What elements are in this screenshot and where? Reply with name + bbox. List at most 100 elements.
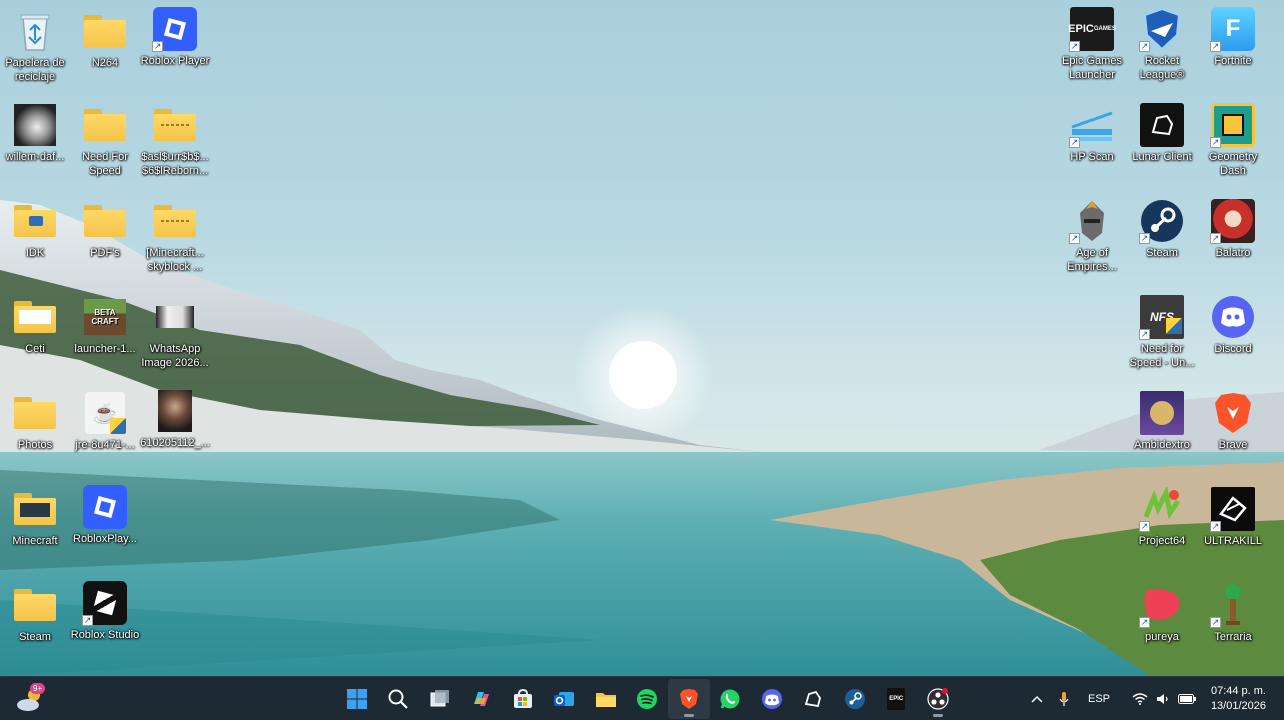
desktop-icon-rocket-league[interactable]: ↗ Rocket League® (1127, 6, 1197, 82)
epic-games-badge: EPIC (889, 696, 904, 702)
weather-widget[interactable]: 9+ (14, 683, 46, 715)
desktop-icon-launcher[interactable]: BETA CRAFT launcher-1... (70, 294, 140, 356)
desktop-icon-label: Need for Speed - Un... (1129, 343, 1195, 369)
desktop-icon-label: Age of Empires... (1067, 247, 1117, 273)
desktop-icon-minecraft-skyblock[interactable]: [Minecraft... skyblock ... (140, 198, 210, 274)
shortcut-arrow-icon: ↗ (1210, 521, 1221, 532)
desktop-icon-epic-games[interactable]: EPIC GAMES ↗ Epic Games Launcher (1057, 6, 1127, 82)
start-button[interactable] (336, 679, 378, 719)
search-button[interactable] (378, 679, 420, 719)
whatsapp-button[interactable] (710, 679, 752, 719)
folder-icon (82, 102, 128, 148)
desktop-icon-roblox-player-2[interactable]: RobloxPlay... (70, 484, 140, 546)
desktop-icon-whatsapp-image[interactable]: WhatsApp Image 2026... (140, 294, 210, 370)
image-thumbnail-icon (152, 388, 198, 434)
obs-icon (927, 688, 949, 710)
desktop-icon-label: PDF's (90, 247, 120, 259)
file-explorer-button[interactable] (585, 679, 627, 719)
desktop-icon-label: [Minecraft... skyblock ... (146, 247, 204, 273)
desktop-icon-label: Ambidextro (1134, 439, 1190, 451)
shortcut-arrow-icon: ↗ (1210, 41, 1221, 52)
desktop-icon-fortnite[interactable]: F ↗ Fortnite (1198, 6, 1268, 68)
desktop-icon-age-of-empires[interactable]: ↗ Age of Empires... (1057, 198, 1127, 274)
desktop-icon-ambidextro[interactable]: Ambidextro (1127, 390, 1197, 452)
shortcut-arrow-icon: ↗ (1210, 233, 1221, 244)
spotify-icon (637, 689, 658, 709)
desktop-icon-steam[interactable]: ↗ Steam (1127, 198, 1197, 260)
chevron-up-icon (1031, 695, 1043, 703)
desktop-icon-label: Balatro (1215, 247, 1251, 259)
zip-folder-icon (152, 102, 198, 148)
brave-taskbar-button[interactable] (668, 679, 710, 719)
desktop-icon-roblox-player[interactable]: ↗ Roblox Player (140, 6, 210, 68)
desktop-icon-ceti[interactable]: Ceti (0, 294, 70, 356)
desktop-icon-image-610205[interactable]: 610205112_... (140, 388, 210, 450)
desktop-icon-brave[interactable]: Brave (1198, 390, 1268, 452)
desktop-icon-label: HP Scan (1070, 151, 1114, 163)
desktop-icon-label: Brave (1218, 439, 1248, 451)
desktop-icon-label: Roblox Player (140, 55, 210, 67)
steam-icon: ↗ (1139, 198, 1185, 244)
desktop-icon-idk[interactable]: IDK (0, 198, 70, 260)
volume-icon (1157, 694, 1168, 704)
desktop-icon-pureya[interactable]: ↗ pureya (1127, 582, 1197, 644)
quick-settings-button[interactable] (1132, 693, 1197, 705)
spotify-button[interactable] (627, 679, 669, 719)
desktop-icon-label: willem-daf... (5, 151, 65, 163)
desktop-icon-nfs-unbound[interactable]: NFS ↗ Need for Speed - Un... (1127, 294, 1197, 370)
desktop-icon-ultrakill[interactable]: ↗ ULTRAKILL (1198, 486, 1268, 548)
desktop-icon-geometry-dash[interactable]: ↗ Geometry Dash (1198, 102, 1268, 178)
terraria-icon: ↗ (1210, 582, 1256, 628)
desktop-icon-lunar-client[interactable]: Lunar Client (1127, 102, 1197, 164)
rocket-league-icon: ↗ (1139, 6, 1185, 52)
brave-icon (1210, 390, 1256, 436)
epic-games-taskbar-button[interactable]: EPIC (876, 679, 918, 719)
desktop-icon-willem-dafoe[interactable]: willem-daf... (0, 102, 70, 164)
desktop-icon-hp-scan[interactable]: ↗ HP Scan (1057, 102, 1127, 164)
desktop-icon-roblox-studio[interactable]: ↗ Roblox Studio (70, 580, 140, 642)
steam-taskbar-button[interactable] (834, 679, 876, 719)
desktop-icon-pdfs[interactable]: PDF's (70, 198, 140, 260)
folder-icon (82, 8, 128, 54)
desktop-icon-balatro[interactable]: ↗ Balatro (1198, 198, 1268, 260)
shortcut-arrow-icon: ↗ (1139, 233, 1150, 244)
image-thumbnail-icon (12, 102, 58, 148)
clock[interactable]: 07:44 p. m. 13/01/2026 (1211, 684, 1266, 714)
folder-icon (12, 390, 58, 436)
desktop-icon-photos[interactable]: Photos (0, 390, 70, 452)
desktop-icon-label: Steam (1146, 247, 1178, 259)
desktop-icon-jre[interactable]: ☕ jre-8u471-... (70, 390, 140, 452)
ambidextro-icon (1139, 390, 1185, 436)
windows-start-icon (346, 689, 367, 709)
store-button[interactable] (502, 679, 544, 719)
show-hidden-icons-button[interactable] (1028, 695, 1046, 703)
microphone-button[interactable] (1052, 691, 1076, 707)
discord-taskbar-button[interactable] (751, 679, 793, 719)
outlook-button[interactable] (544, 679, 586, 719)
desktop-icon-n64[interactable]: N264 (70, 8, 140, 70)
desktop-icon-label: N264 (91, 57, 119, 69)
shortcut-arrow-icon: ↗ (1139, 329, 1150, 340)
discord-icon (761, 689, 782, 709)
desktop-icon-label: Photos (17, 439, 53, 451)
system-tray: ESP (1028, 677, 1197, 720)
whatsapp-icon (720, 689, 740, 709)
weather-badge: 9+ (30, 683, 46, 694)
obs-taskbar-button[interactable] (917, 679, 959, 719)
copilot-button[interactable] (461, 679, 503, 719)
desktop-icon-need-for-speed-folder[interactable]: Need For Speed (70, 102, 140, 178)
desktop-icon-steam-folder[interactable]: Steam (0, 582, 70, 644)
task-view-button[interactable] (419, 679, 461, 719)
lunar-client-taskbar-button[interactable] (793, 679, 835, 719)
desktop-icon-project64[interactable]: ↗ Project64 (1127, 486, 1197, 548)
desktop-icon-sasl-archive[interactable]: $asl$urr$b$... $6$lReborn... (140, 102, 210, 178)
desktop-icon-minecraft[interactable]: Minecraft (0, 486, 70, 548)
desktop-icon-discord[interactable]: Discord (1198, 294, 1268, 356)
desktop-icon-recycle-bin[interactable]: Papelera de reciclaje (0, 8, 70, 84)
desktop-icon-terraria[interactable]: ↗ Terraria (1198, 582, 1268, 644)
epic-games-icon: EPIC GAMES ↗ (1068, 6, 1116, 52)
balatro-icon: ↗ (1210, 198, 1256, 244)
roblox-studio-icon: ↗ (82, 580, 128, 626)
shortcut-arrow-icon: ↗ (1210, 137, 1221, 148)
language-indicator[interactable]: ESP (1088, 693, 1110, 705)
